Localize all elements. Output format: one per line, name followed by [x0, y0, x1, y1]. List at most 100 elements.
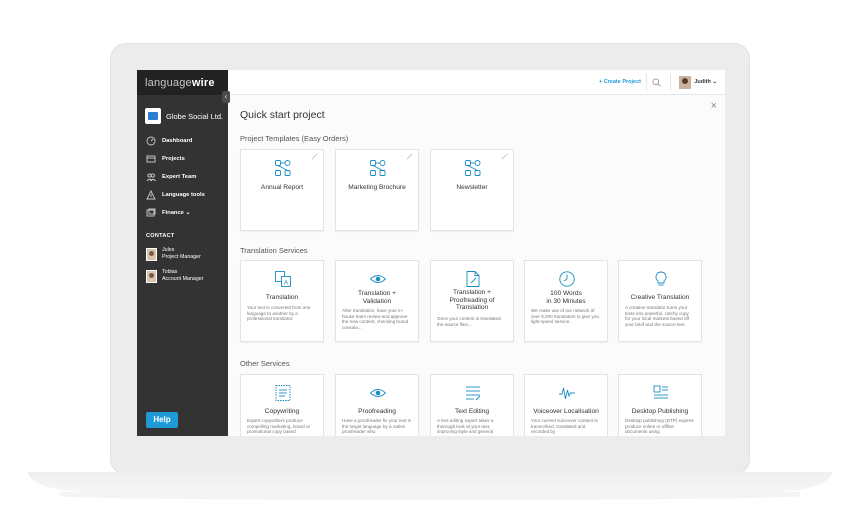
search-icon[interactable]	[652, 78, 661, 87]
sidebar-item-label: Finance ⌄	[162, 210, 191, 216]
service-card-translation[interactable]: A Translation Your text is converted fro…	[240, 260, 324, 342]
laptop-base	[28, 472, 832, 492]
service-card-text-editing[interactable]: Text Editing A text editing expert takes…	[430, 374, 514, 436]
help-button[interactable]: Help	[146, 412, 178, 428]
create-project-link[interactable]: + Create Project	[599, 79, 641, 85]
card-title: 100 Words in 30 Minutes	[546, 290, 586, 305]
layout-icon	[653, 385, 668, 399]
template-card-newsletter[interactable]: Newsletter	[430, 149, 514, 231]
page-title: Quick start project	[240, 109, 325, 121]
eye-icon	[369, 275, 387, 283]
card-title: Copywriting	[264, 408, 300, 415]
topbar-divider	[670, 74, 671, 91]
contact-tobias[interactable]: Tobias Account Manager	[146, 269, 204, 283]
waveform-icon	[559, 387, 575, 400]
sidebar-item-dashboard[interactable]: Dashboard	[146, 132, 205, 150]
card-title: Proofreading	[358, 408, 396, 415]
service-card-100-words[interactable]: 100 Words in 30 Minutes We make use of o…	[524, 260, 608, 342]
card-description: After translation, have your in-house te…	[342, 308, 409, 330]
finance-icon	[146, 208, 156, 217]
sidebar-item-expert-team[interactable]: Expert Team	[146, 168, 205, 186]
card-description: A creative translator turns your texts i…	[625, 305, 690, 327]
contact-jules[interactable]: Jules Project Manager	[146, 247, 201, 261]
contact-name: Tobias	[162, 269, 178, 275]
card-title: Translation + Proofreading of Translatio…	[449, 289, 495, 311]
service-card-proofreading[interactable]: Proofreading Have a proofreader fix your…	[335, 374, 419, 436]
app-screen: languagewire Globe Social Ltd. Dashboard…	[137, 70, 725, 436]
card-description: Desktop publishing (DTP) experts produce…	[625, 418, 694, 435]
service-card-creative-translation[interactable]: Creative Translation A creative translat…	[618, 260, 702, 342]
template-card-marketing-brochure[interactable]: Marketing Brochure	[335, 149, 419, 231]
expert-team-icon	[146, 173, 156, 182]
logo-text-light: language	[145, 77, 192, 89]
quick-start-panel: × Quick start project Project Templates …	[228, 95, 725, 436]
sidebar-item-finance[interactable]: Finance ⌄	[146, 204, 205, 222]
sidebar-item-label: Dashboard	[162, 138, 193, 144]
copywriting-icon	[275, 385, 291, 401]
card-description: Your current voiceover content is transc…	[531, 418, 598, 435]
template-card-annual-report[interactable]: Annual Report	[240, 149, 324, 231]
card-title: Annual Report	[260, 184, 304, 191]
service-card-translation-proofreading[interactable]: Translation + Proofreading of Translatio…	[430, 260, 514, 342]
card-description: Your text is converted from one language…	[247, 305, 311, 322]
close-icon[interactable]: ×	[711, 101, 717, 112]
clock-icon	[559, 271, 575, 287]
service-card-voiceover-localisation[interactable]: Voiceover Localisation Your current voic…	[524, 374, 608, 436]
lightbulb-icon	[655, 271, 667, 286]
contact-heading: CONTACT	[146, 233, 175, 239]
text-lines-icon	[466, 386, 481, 401]
edit-pencil-icon[interactable]	[311, 153, 318, 160]
contact-role: Account Manager	[162, 276, 204, 282]
service-card-copywriting[interactable]: Copywriting Expert copywriters produce c…	[240, 374, 324, 436]
document-edit-icon	[466, 271, 480, 287]
sidebar-collapse-button[interactable]: ‹	[222, 91, 230, 103]
service-card-desktop-publishing[interactable]: Desktop Publishing Desktop publishing (D…	[618, 374, 702, 436]
sidebar-item-label: Language tools	[162, 192, 205, 198]
card-title: Voiceover Localisation	[533, 408, 599, 415]
card-title: Text Editing	[454, 408, 490, 415]
card-title: Translation	[265, 294, 299, 301]
card-description: Have a proofreader fix your text in the …	[342, 418, 412, 435]
logo-text-bold: wire	[191, 77, 215, 89]
section-translation-services: Translation Services	[240, 246, 308, 255]
contact-name: Jules	[162, 247, 175, 253]
card-description: A text editing expert takes a thorough l…	[437, 418, 494, 435]
service-card-translation-validation[interactable]: Translation + Validation After translati…	[335, 260, 419, 342]
card-title: Newsletter	[456, 184, 488, 191]
workflow-icon	[465, 160, 481, 176]
sidebar-item-label: Projects	[162, 156, 185, 162]
sidebar-item-language-tools[interactable]: Language tools	[146, 186, 205, 204]
card-title: Translation + Validation	[357, 290, 397, 305]
user-avatar[interactable]	[679, 76, 691, 89]
user-menu[interactable]: Judith ⌄	[694, 79, 717, 85]
eye-icon	[369, 389, 387, 397]
card-title: Marketing Brochure	[348, 184, 406, 191]
language-tools-icon	[146, 190, 156, 200]
edit-pencil-icon[interactable]	[501, 153, 508, 160]
card-title: Creative Translation	[630, 294, 690, 301]
projects-icon	[146, 155, 156, 163]
sidebar-item-label: Expert Team	[162, 174, 197, 180]
avatar	[146, 247, 157, 261]
workflow-icon	[370, 160, 386, 176]
stage: languagewire Globe Social Ltd. Dashboard…	[0, 0, 860, 529]
dashboard-icon	[146, 136, 156, 146]
sidebar-nav: Dashboard Projects Expert Team Language …	[146, 132, 205, 222]
card-description: Once your content is translated, the sou…	[437, 316, 502, 327]
logo[interactable]: languagewire	[137, 70, 228, 95]
laptop-shadow	[60, 492, 800, 500]
sidebar: languagewire Globe Social Ltd. Dashboard…	[137, 70, 228, 436]
contact-role: Project Manager	[162, 254, 201, 260]
company-logo-icon	[145, 108, 161, 124]
topbar-divider	[646, 74, 647, 91]
section-other-services: Other Services	[240, 359, 290, 368]
card-description: We make use of our network of over 5,000…	[531, 308, 599, 325]
sidebar-item-projects[interactable]: Projects	[146, 150, 205, 168]
edit-pencil-icon[interactable]	[406, 153, 413, 160]
card-description: Expert copywriters produce compelling ma…	[247, 418, 311, 435]
translate-icon: A	[275, 271, 291, 287]
svg-text:A: A	[284, 281, 288, 287]
card-title: Desktop Publishing	[631, 408, 689, 415]
workflow-icon	[275, 160, 291, 176]
company-selector[interactable]: Globe Social Ltd.	[145, 107, 225, 125]
